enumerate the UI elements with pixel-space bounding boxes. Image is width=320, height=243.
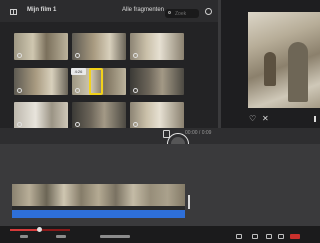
control-item[interactable] (20, 235, 28, 238)
clip-thumbnail[interactable] (14, 68, 68, 95)
timecode: 00:00 / 0:09 (185, 130, 211, 136)
clip-thumbnail[interactable] (72, 102, 126, 129)
check-icon (17, 53, 22, 58)
edit-icon[interactable] (278, 234, 284, 239)
viewer-panel (221, 0, 320, 128)
edit-icon[interactable] (236, 234, 242, 239)
control-item[interactable] (100, 235, 130, 238)
edit-icon[interactable] (266, 234, 272, 239)
heart-icon[interactable]: ♡ (249, 115, 256, 123)
clip-thumbnail[interactable] (130, 33, 184, 60)
check-icon (17, 88, 22, 93)
clock-icon[interactable] (205, 8, 212, 15)
check-icon (133, 53, 138, 58)
preview-frame (248, 12, 320, 108)
clip-thumbnail[interactable] (14, 102, 68, 129)
selection-range-handle[interactable] (89, 68, 103, 95)
duration-tooltip: 4:26 (71, 68, 86, 75)
edge-icon[interactable] (314, 116, 316, 122)
clip-thumbnail[interactable] (72, 33, 126, 60)
clip-thumbnail[interactable] (130, 68, 184, 95)
clip-thumbnail[interactable] (14, 33, 68, 60)
clip-thumbnail[interactable] (130, 102, 184, 129)
scrub-progress (10, 229, 38, 231)
edit-icon[interactable] (252, 234, 258, 239)
time-total: 0:09 (201, 130, 212, 136)
search-field[interactable] (165, 9, 199, 18)
timeline-clip[interactable] (12, 184, 185, 210)
timeline-toolbar (0, 128, 320, 144)
clip-filter-menu[interactable]: Alle fragmenten (122, 7, 164, 13)
control-item[interactable] (56, 235, 66, 238)
playhead-handle[interactable] (37, 227, 42, 232)
check-icon (75, 122, 80, 127)
check-icon (133, 88, 138, 93)
search-input[interactable] (175, 10, 197, 17)
check-icon (75, 53, 80, 58)
event-title[interactable]: Mijn film 1 (27, 7, 56, 13)
clip-edge-handle[interactable] (188, 195, 190, 209)
audio-track[interactable] (12, 210, 185, 218)
browser-toolbar: Mijn film 1 Alle fragmenten (0, 0, 218, 22)
check-icon (75, 88, 80, 93)
time-separator: / (198, 130, 201, 136)
time-current: 00:00 (185, 130, 198, 136)
search-icon (168, 11, 171, 14)
sidebar-toggle-icon[interactable] (10, 9, 17, 15)
reject-icon[interactable]: ✕ (262, 115, 269, 123)
record-badge[interactable] (290, 234, 300, 239)
check-icon (17, 122, 22, 127)
check-icon (133, 122, 138, 127)
